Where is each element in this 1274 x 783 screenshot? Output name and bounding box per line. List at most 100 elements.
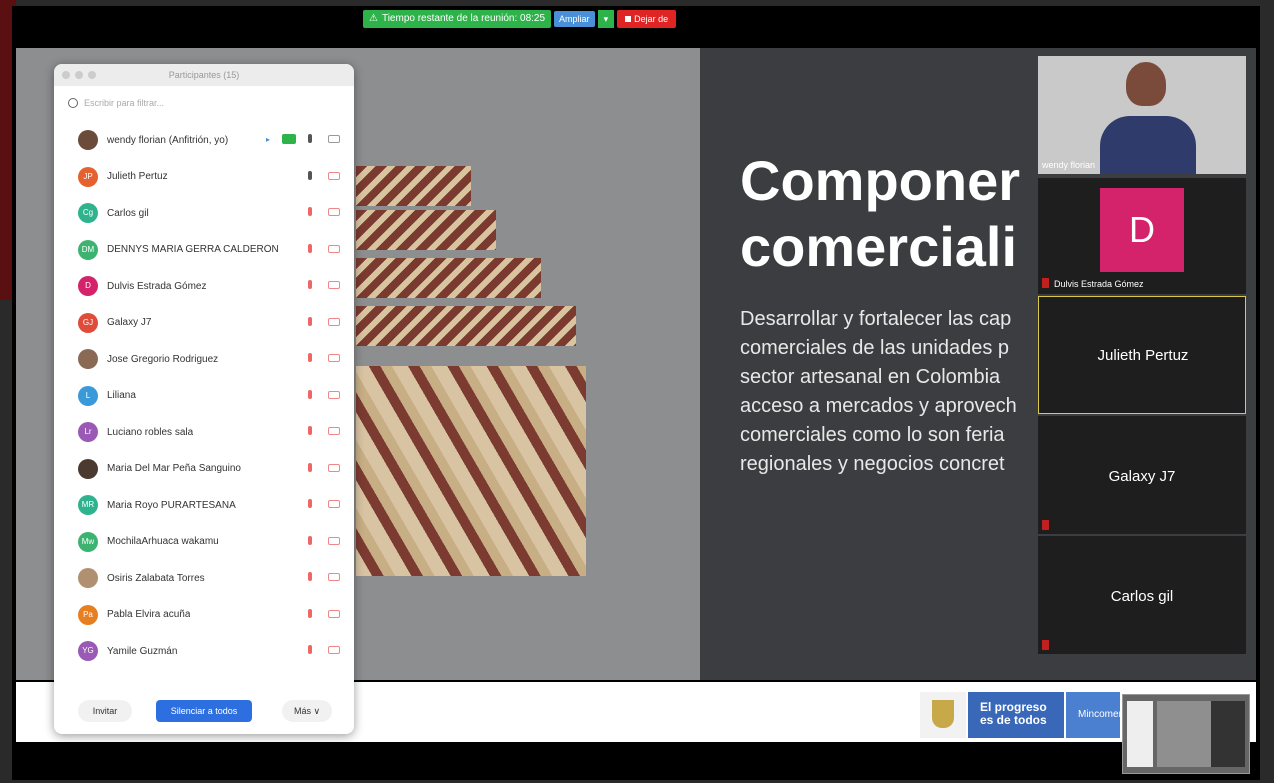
camera-off-icon[interactable]	[328, 463, 340, 472]
video-tile-wendy[interactable]: wendy florian	[1038, 56, 1246, 174]
camera-off-icon[interactable]	[328, 244, 340, 253]
muted-mic-icon[interactable]	[308, 316, 312, 326]
window-controls[interactable]	[62, 71, 96, 79]
panel-title: Participantes (15)	[168, 70, 240, 80]
participant-search[interactable]: Escribir para filtrar...	[68, 98, 164, 108]
camera-off-icon[interactable]	[328, 500, 340, 508]
muted-mic-icon[interactable]	[308, 426, 312, 435]
progreso-banner: El progreso es de todos	[968, 692, 1064, 738]
participant-row[interactable]: MR Maria Royo PURARTESANA	[54, 487, 354, 524]
muted-mic-icon[interactable]	[308, 207, 312, 216]
participant-row[interactable]: Pa Pabla Elvira acuña	[54, 597, 354, 634]
muted-mic-icon[interactable]	[308, 572, 312, 581]
meeting-timer-text: Tiempo restante de la reunión: 08:25	[381, 13, 546, 24]
avatar: Cg	[78, 203, 98, 224]
camera-off-icon[interactable]	[328, 281, 340, 289]
camera-icon[interactable]	[328, 135, 340, 143]
camera-off-icon[interactable]	[328, 317, 340, 326]
muted-mic-icon[interactable]	[308, 645, 312, 654]
participant-name: Maria Royo PURARTESANA	[107, 499, 236, 511]
camera-off-icon[interactable]	[328, 573, 340, 581]
muted-mic-icon[interactable]	[308, 389, 312, 399]
stop-icon	[625, 16, 632, 22]
avatar: MR	[78, 495, 98, 516]
avatar: D	[78, 276, 98, 297]
participant-name: wendy florian (Anfitrión, yo)	[107, 134, 229, 146]
participant-row[interactable]: Maria Del Mar Peña Sanguino	[54, 451, 354, 488]
avatar: L	[78, 385, 98, 406]
warning-icon: ⚠	[369, 13, 378, 24]
participant-row[interactable]: Osiris Zalabata Torres	[54, 560, 354, 597]
participant-row[interactable]: L Liliana	[54, 378, 354, 415]
camera-off-icon[interactable]	[328, 208, 340, 216]
participant-name: Yamile Guzmán	[107, 645, 178, 657]
video-tile-julieth[interactable]: Julieth Pertuz	[1038, 296, 1246, 414]
participant-row[interactable]: JP Julieth Pertuz	[54, 159, 354, 196]
meeting-status-bar: ⚠ Tiempo restante de la reunión: 08:25 A…	[363, 10, 677, 28]
camera-off-icon[interactable]	[328, 390, 340, 399]
camera-off-icon[interactable]	[328, 171, 340, 180]
participant-row[interactable]: Lr Luciano robles sala	[54, 414, 354, 451]
muted-mic-icon[interactable]	[308, 608, 312, 618]
search-input[interactable]: Escribir para filtrar...	[84, 98, 164, 108]
avatar	[78, 349, 98, 370]
slide-title: Componer comerciali	[740, 149, 1020, 278]
camera-off-icon[interactable]	[328, 536, 340, 545]
participant-row[interactable]: Cg Carlos gil	[54, 195, 354, 232]
chevron-down-icon[interactable]: ▾	[597, 10, 615, 28]
camera-off-icon[interactable]	[328, 646, 340, 654]
extend-button[interactable]: Ampliar	[554, 11, 595, 27]
participant-row[interactable]: YG Yamile Guzmán	[54, 633, 354, 670]
participant-name: Carlos gil	[107, 207, 149, 219]
participant-name: Pabla Elvira acuña	[107, 609, 191, 621]
mute-all-button[interactable]: Silenciar a todos	[156, 700, 252, 722]
muted-mic-icon[interactable]	[308, 243, 312, 253]
woven-basket-image	[356, 166, 596, 578]
participant-name: Liliana	[107, 390, 136, 402]
participants-panel: Participantes (15) Escribir para filtrar…	[54, 64, 354, 734]
camera-off-icon[interactable]	[328, 609, 340, 618]
avatar: Mw	[78, 531, 98, 552]
more-button[interactable]: Más ∨	[282, 700, 332, 722]
video-tile-galaxy[interactable]: Galaxy J7	[1038, 416, 1246, 534]
participant-name: Julieth Pertuz	[107, 171, 168, 183]
participant-list: wendy florian (Anfitrión, yo) ▸ JP Julieth …	[54, 122, 354, 670]
participant-row[interactable]: GJ Galaxy J7	[54, 305, 354, 342]
panel-titlebar: Participantes (15)	[54, 64, 354, 86]
colombia-coat-of-arms-logo	[920, 692, 966, 738]
participant-row[interactable]: DM DENNYS MARIA GERRA CALDERÓN	[54, 232, 354, 269]
invite-button[interactable]: Invitar	[78, 700, 132, 722]
participant-name: DENNYS MARIA GERRA CALDERÓN	[107, 244, 279, 256]
muted-mic-icon[interactable]	[308, 462, 312, 472]
muted-mic-icon[interactable]	[308, 535, 312, 545]
avatar	[78, 568, 98, 589]
participant-name: Galaxy J7	[107, 317, 152, 329]
muted-mic-icon[interactable]	[308, 280, 312, 289]
muted-mic-icon[interactable]	[308, 353, 312, 362]
panel-footer: Invitar Silenciar a todos Más ∨	[54, 694, 354, 724]
camera-off-icon[interactable]	[328, 354, 340, 362]
tile-name: Carlos gil	[1110, 588, 1174, 605]
muted-mic-icon[interactable]	[308, 499, 312, 508]
video-tile-carlos[interactable]: Carlos gil	[1038, 536, 1246, 654]
stop-share-button[interactable]: Dejar de	[617, 10, 677, 28]
tile-name: Dulvis Estrada Gómez	[1054, 279, 1144, 289]
participant-row[interactable]: D Dulvis Estrada Gómez	[54, 268, 354, 305]
avatar: Lr	[78, 422, 98, 443]
avatar	[78, 130, 98, 151]
self-view-thumbnail[interactable]	[1122, 694, 1250, 774]
participant-row[interactable]: wendy florian (Anfitrión, yo) ▸	[54, 122, 354, 159]
muted-mic-icon	[1042, 640, 1049, 650]
participant-name: Maria Del Mar Peña Sanguino	[107, 463, 241, 475]
mic-icon[interactable]	[308, 134, 312, 143]
tile-name: Julieth Pertuz	[1097, 347, 1189, 364]
participant-row[interactable]: Mw MochilaArhuaca wakamu	[54, 524, 354, 561]
video-tile-dulvis[interactable]: D Dulvis Estrada Gómez	[1038, 178, 1246, 294]
avatar: YG	[78, 641, 98, 662]
camera-off-icon[interactable]	[328, 427, 340, 435]
avatar: Pa	[78, 604, 98, 625]
ministry-banner: Mincomercio	[1066, 692, 1120, 738]
mic-icon[interactable]	[308, 170, 312, 180]
participant-row[interactable]: Jose Gregorio Rodriguez	[54, 341, 354, 378]
avatar: JP	[78, 166, 98, 187]
